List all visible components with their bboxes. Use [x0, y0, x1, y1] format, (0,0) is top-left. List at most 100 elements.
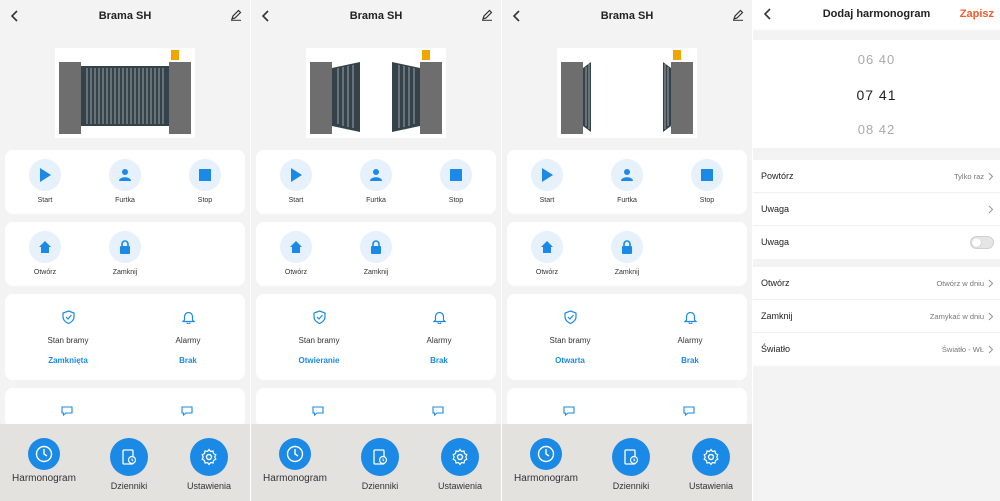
gate-status: Stan bramy Zamknięta — [23, 310, 113, 365]
gate-status: Stan bramy Otwieranie — [274, 310, 364, 365]
light-row[interactable]: Światło Światło - WŁ — [753, 333, 1000, 366]
edit-pencil-icon[interactable] — [732, 9, 744, 21]
control-card: Start Furtka Stop — [507, 150, 747, 214]
alarm-status: Alarmy Brak — [394, 310, 484, 365]
repeat-row[interactable]: Powtórz Tylko raz — [753, 160, 1000, 193]
nav-logs[interactable]: Dzienniki — [340, 438, 420, 491]
gate-screen-closed: Brama SH Start Furtka Stop Otwórz Zamkni… — [0, 0, 250, 501]
shield-icon — [563, 310, 577, 324]
close-button[interactable]: Zamknij — [346, 231, 406, 276]
nav-settings[interactable]: Ustawienia — [671, 438, 751, 491]
home-icon — [39, 241, 51, 253]
play-icon — [291, 168, 302, 182]
nav-settings-label: Ustawienia — [437, 481, 483, 491]
time-option-next[interactable]: 08 42 — [753, 122, 1000, 137]
open-label: Otwórz — [535, 269, 559, 276]
gate-status-value: Otwarta — [555, 356, 585, 365]
open-row[interactable]: Otwórz Otwórz w dniu — [753, 267, 1000, 300]
close-button[interactable]: Zamknij — [95, 231, 155, 276]
nav-schedule[interactable]: Harmonogram — [506, 438, 586, 484]
start-button[interactable]: Start — [15, 159, 75, 204]
chevron-right-icon — [988, 205, 994, 214]
wicket-label: Furtka — [617, 197, 637, 204]
bottom-nav: Harmonogram Dzienniki Ustawienia — [0, 424, 250, 501]
gate-illustration — [0, 42, 250, 142]
extra-card — [256, 388, 496, 428]
time-picker[interactable]: 06 40 07 41 08 42 — [753, 40, 1000, 148]
gate-status-label: Stan bramy — [298, 336, 340, 345]
close-label: Zamknij — [363, 269, 389, 276]
nav-schedule[interactable]: Harmonogram — [4, 438, 84, 484]
control-card: Start Furtka Stop — [256, 150, 496, 214]
stop-button[interactable]: Stop — [426, 159, 486, 204]
lock-icon — [120, 240, 130, 254]
stop-icon — [701, 169, 713, 181]
open-button[interactable]: Otwórz — [517, 231, 577, 276]
log-icon — [624, 449, 639, 465]
nav-logs[interactable]: Dzienniki — [89, 438, 169, 491]
edit-pencil-icon[interactable] — [230, 9, 242, 21]
close-action-label: Zamknij — [761, 311, 793, 321]
gate-status-label: Stan bramy — [549, 336, 591, 345]
log-icon — [122, 449, 137, 465]
edit-pencil-icon[interactable] — [481, 9, 493, 21]
start-button[interactable]: Start — [266, 159, 326, 204]
wicket-label: Furtka — [115, 197, 135, 204]
note-row[interactable]: Uwaga — [753, 193, 1000, 226]
start-label: Start — [288, 197, 304, 204]
top-bar: Dodaj harmonogram Zapisz — [753, 0, 1000, 30]
person-icon — [119, 169, 131, 181]
start-button[interactable]: Start — [517, 159, 577, 204]
alarm-status-value: Brak — [681, 356, 699, 365]
message-icon[interactable] — [61, 406, 73, 416]
extra-card — [507, 388, 747, 428]
wicket-label: Furtka — [366, 197, 386, 204]
extra-card — [5, 388, 245, 428]
person-icon — [370, 169, 382, 181]
gate-open-image — [557, 48, 697, 138]
bottom-nav: Harmonogram Dzienniki Ustawienia — [251, 424, 501, 501]
close-row[interactable]: Zamknij Zamykać w dniu — [753, 300, 1000, 333]
nav-logs[interactable]: Dzienniki — [591, 438, 671, 491]
open-button[interactable]: Otwórz — [15, 231, 75, 276]
time-option-selected[interactable]: 07 41 — [753, 87, 1000, 103]
nav-schedule-label: Harmonogram — [514, 473, 578, 484]
message-icon[interactable] — [432, 406, 444, 416]
wicket-button[interactable]: Furtka — [95, 159, 155, 204]
nav-settings[interactable]: Ustawienia — [420, 438, 500, 491]
open-button[interactable]: Otwórz — [266, 231, 326, 276]
alarm-status: Alarmy Brak — [143, 310, 233, 365]
wicket-button[interactable]: Furtka — [346, 159, 406, 204]
save-button[interactable]: Zapisz — [960, 8, 994, 20]
message-icon[interactable] — [683, 406, 695, 416]
nav-settings[interactable]: Ustawienia — [169, 438, 249, 491]
repeat-value: Tylko raz — [953, 172, 984, 181]
nav-schedule[interactable]: Harmonogram — [255, 438, 335, 484]
bell-icon — [683, 311, 697, 324]
top-bar: Brama SH — [502, 0, 752, 32]
close-action-value: Zamykać w dniu — [929, 312, 984, 321]
play-icon — [40, 168, 51, 182]
wicket-button[interactable]: Furtka — [597, 159, 657, 204]
close-label: Zamknij — [112, 269, 138, 276]
gate-closed-image — [55, 48, 195, 138]
message-icon[interactable] — [181, 406, 193, 416]
stop-icon — [450, 169, 462, 181]
open-label: Otwórz — [284, 269, 308, 276]
status-card: Stan bramy Otwieranie Alarmy Brak — [256, 294, 496, 380]
stop-button[interactable]: Stop — [175, 159, 235, 204]
message-icon[interactable] — [563, 406, 575, 416]
message-icon[interactable] — [312, 406, 324, 416]
page-title: Brama SH — [600, 10, 654, 22]
notification-toggle[interactable] — [970, 236, 994, 249]
time-option-prev[interactable]: 06 40 — [753, 52, 1000, 67]
open-close-card: Otwórz Zamknij — [507, 222, 747, 286]
alarm-status-value: Brak — [179, 356, 197, 365]
stop-button[interactable]: Stop — [677, 159, 737, 204]
control-card: Start Furtka Stop — [5, 150, 245, 214]
close-button[interactable]: Zamknij — [597, 231, 657, 276]
open-close-card: Otwórz Zamknij — [256, 222, 496, 286]
status-card: Stan bramy Otwarta Alarmy Brak — [507, 294, 747, 380]
repeat-label: Powtórz — [761, 171, 794, 181]
nav-settings-label: Ustawienia — [186, 481, 232, 491]
